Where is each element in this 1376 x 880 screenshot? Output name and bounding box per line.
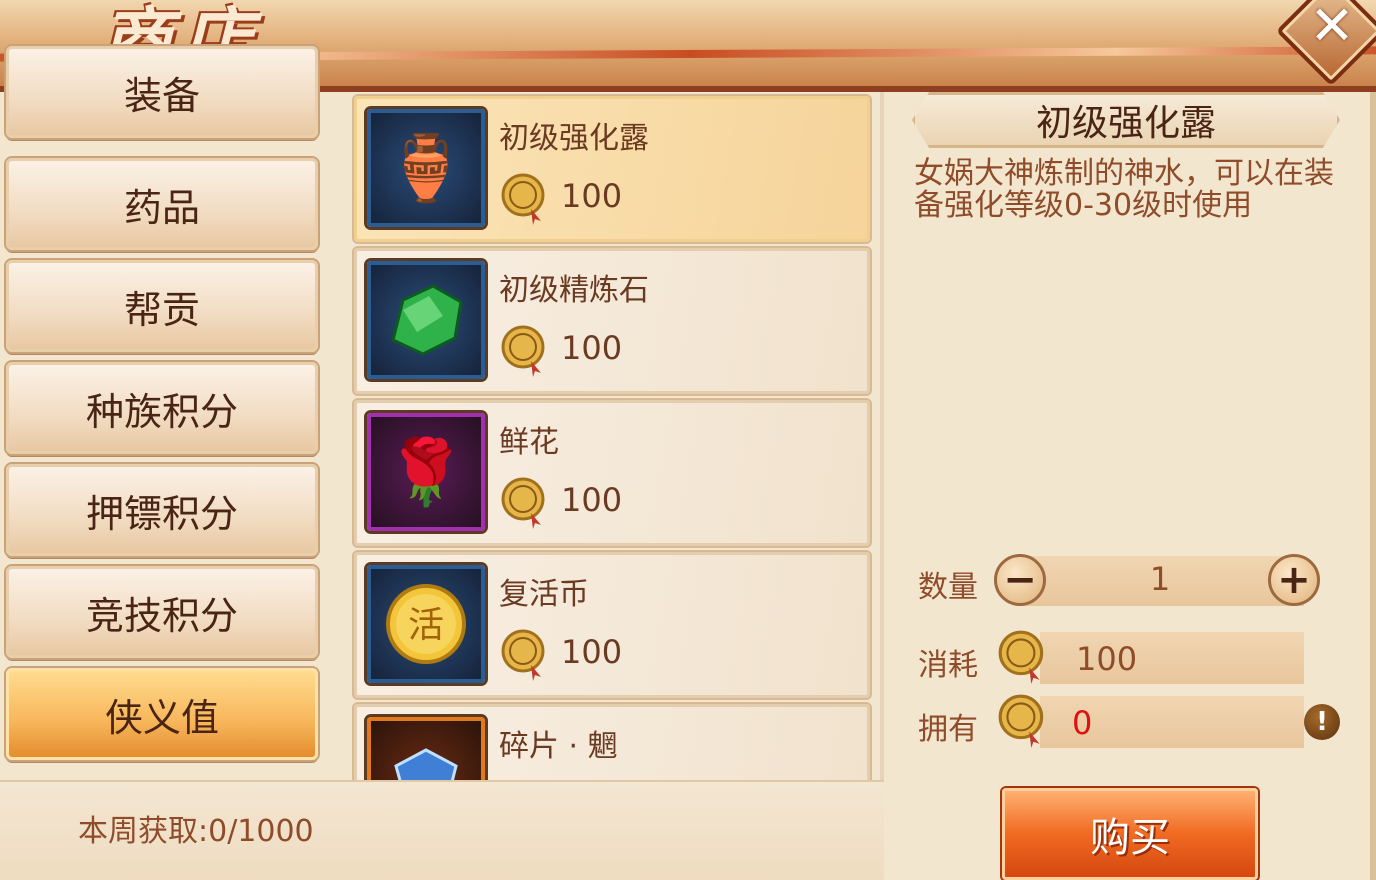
- tab-equipment[interactable]: 装备: [6, 46, 318, 138]
- plus-button[interactable]: +: [1268, 554, 1320, 606]
- tab-race-points[interactable]: 种族积分: [6, 362, 318, 454]
- porcelain-vase-icon: 🏺: [367, 109, 485, 227]
- coin-icon: [501, 629, 545, 681]
- cost-value: 100: [1076, 640, 1138, 678]
- warning-icon[interactable]: !: [1304, 704, 1340, 740]
- detail-title: 初级强化露: [912, 92, 1340, 148]
- owned-value: 0: [1072, 704, 1093, 742]
- list-item[interactable]: 🌹 鲜花 100: [354, 400, 870, 546]
- svg-text:活: 活: [408, 605, 444, 646]
- item-price: 100: [561, 177, 623, 215]
- list-item[interactable]: 活 复活币 100: [354, 552, 870, 698]
- quantity-value[interactable]: 1: [1120, 560, 1200, 598]
- item-name: 初级精炼石: [499, 273, 649, 308]
- coin-icon: [501, 173, 545, 225]
- minus-button[interactable]: −: [994, 554, 1046, 606]
- item-price: 100: [561, 633, 623, 671]
- item-price: 100: [561, 329, 623, 367]
- list-item[interactable]: 初级精炼石 100: [354, 248, 870, 394]
- tab-label: 种族积分: [85, 389, 238, 434]
- list-item[interactable]: 🏺 初级强化露 100: [354, 96, 870, 242]
- tab-label: 帮贡: [123, 287, 200, 332]
- item-name: 复活币: [499, 577, 589, 612]
- tab-escort-points[interactable]: 押镖积分: [6, 464, 318, 556]
- owned-label: 拥有: [918, 712, 978, 747]
- tab-guild-contribution[interactable]: 帮贡: [6, 260, 318, 352]
- coin-icon: [501, 325, 545, 377]
- buy-button[interactable]: 购买: [1002, 788, 1258, 880]
- list-scrollbar[interactable]: [880, 92, 884, 780]
- item-list[interactable]: 🏺 初级强化露 100 初级精炼石 100 🌹 鲜花 100 活 复活币 100…: [350, 92, 884, 780]
- close-icon[interactable]: ✕: [1302, 0, 1362, 56]
- green-stone-icon: [367, 261, 485, 379]
- coin-icon: [998, 694, 1044, 748]
- cost-label: 消耗: [918, 648, 978, 683]
- panel-border: [1370, 92, 1376, 880]
- coin-icon: [998, 630, 1044, 684]
- tab-label: 竞技积分: [85, 593, 238, 638]
- coin-icon: [501, 477, 545, 529]
- tab-label: 侠义值: [104, 695, 219, 740]
- fragment-icon: [367, 717, 485, 780]
- tab-chivalry[interactable]: 侠义值: [6, 668, 318, 760]
- item-name: 鲜花: [499, 425, 559, 460]
- tab-medicine[interactable]: 药品: [6, 158, 318, 250]
- tab-label: 药品: [123, 185, 200, 230]
- tab-arena-points[interactable]: 竞技积分: [6, 566, 318, 658]
- revive-coin-icon: 活: [367, 565, 485, 683]
- weekly-progress: 本周获取:0/1000: [78, 814, 314, 849]
- list-item[interactable]: 碎片 · 魍: [354, 704, 870, 780]
- item-name: 初级强化露: [499, 121, 649, 156]
- tab-label: 押镖积分: [85, 491, 238, 536]
- item-name: 碎片 · 魍: [499, 729, 618, 764]
- quantity-label: 数量: [918, 570, 978, 605]
- rose-icon: 🌹: [367, 413, 485, 531]
- detail-description: 女娲大神炼制的神水，可以在装备强化等级0-30级时使用: [914, 156, 1334, 223]
- item-price: 100: [561, 481, 623, 519]
- tab-label: 装备: [123, 73, 200, 118]
